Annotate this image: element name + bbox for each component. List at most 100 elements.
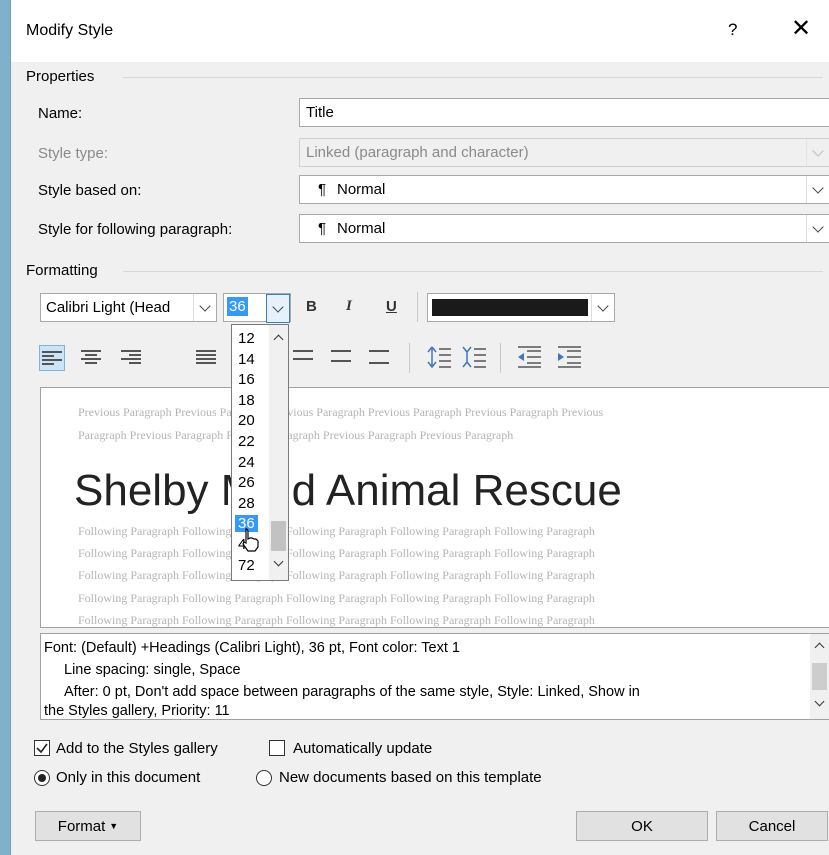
chevron-down-icon[interactable] — [266, 294, 290, 323]
description-scroll-thumb[interactable] — [812, 663, 827, 690]
underline-button[interactable]: U — [386, 298, 397, 315]
format-button-label: Format — [57, 817, 106, 835]
formatting-heading: Formatting — [26, 262, 98, 279]
space-after-button[interactable] — [461, 343, 487, 374]
pilcrow-icon: ¶ — [318, 181, 327, 198]
align-right-button[interactable] — [121, 350, 141, 364]
ok-button[interactable]: OK — [576, 811, 708, 841]
modify-style-dialog: Modify Style ? ✕ Properties Name: Title … — [10, 0, 829, 855]
description-scrollbar[interactable] — [810, 634, 829, 719]
font-size-option[interactable]: 24 — [238, 454, 255, 471]
based-on-label: Style based on: — [38, 182, 142, 199]
font-name-select[interactable]: Calibri Light (Head — [40, 293, 217, 322]
title-bar: Modify Style ? ✕ — [11, 0, 829, 62]
style-type-label: Style type: — [38, 145, 109, 162]
font-size-option[interactable]: 12 — [238, 330, 255, 347]
decrease-spacing-icon — [462, 346, 486, 368]
radio-dot-icon — [38, 774, 46, 782]
font-color-swatch — [432, 299, 588, 316]
only-document-label[interactable]: Only in this document — [56, 769, 200, 786]
align-center-button[interactable] — [81, 350, 101, 364]
justify-icon — [196, 350, 216, 364]
description-line: Line spacing: single, Space — [64, 662, 241, 678]
caret-down-icon: ▼ — [109, 821, 119, 831]
format-button[interactable]: Format ▼ — [35, 811, 141, 841]
toolbar-separator — [409, 343, 410, 373]
based-on-value: Normal — [337, 181, 386, 198]
cancel-button[interactable]: Cancel — [716, 811, 828, 841]
following-paragraph-line: Following Paragraph Following Paragraph … — [78, 613, 595, 627]
list-scroll-thumb[interactable] — [271, 521, 286, 551]
checkmark-icon — [36, 743, 48, 754]
description-line: Font: (Default) +Headings (Calibri Light… — [44, 640, 460, 656]
chevron-down-icon[interactable] — [193, 294, 216, 321]
following-select[interactable]: ¶ Normal — [299, 214, 829, 243]
font-size-option[interactable]: 20 — [238, 412, 255, 429]
following-paragraph-line: Following Paragraph Following Paragraph … — [78, 546, 595, 560]
style-type-value: Linked (paragraph and character) — [306, 144, 529, 161]
font-name-value: Calibri Light (Head — [46, 299, 171, 316]
previous-paragraph-line: Previous Paragraph Previous Paragraph Pr… — [78, 405, 604, 419]
single-spacing-button[interactable] — [293, 350, 313, 360]
help-button[interactable]: ? — [728, 20, 737, 40]
chevron-down-icon[interactable] — [806, 215, 829, 242]
following-label: Style for following paragraph: — [38, 221, 233, 238]
name-value: Title — [306, 104, 334, 121]
bold-button[interactable]: B — [306, 298, 317, 315]
name-label: Name: — [38, 105, 83, 122]
font-size-option[interactable]: 14 — [238, 351, 255, 368]
chevron-down-icon[interactable] — [591, 294, 614, 321]
style-preview: Previous Paragraph Previous Paragraph Pr… — [40, 387, 829, 628]
font-size-select[interactable]: 36 — [223, 293, 291, 323]
chevron-up-icon[interactable] — [273, 334, 284, 345]
based-on-select[interactable]: ¶ Normal — [299, 175, 829, 204]
auto-update-label[interactable]: Automatically update — [293, 740, 432, 757]
style-description: Font: (Default) +Headings (Calibri Light… — [40, 633, 829, 720]
one-half-spacing-icon — [331, 350, 351, 362]
chevron-down-icon — [806, 139, 829, 166]
decrease-indent-icon — [518, 346, 541, 368]
new-documents-radio[interactable] — [256, 770, 272, 786]
chevron-down-icon[interactable] — [806, 176, 829, 203]
space-before-button[interactable] — [426, 343, 452, 374]
font-size-option[interactable]: 18 — [238, 392, 255, 409]
font-size-option[interactable]: 16 — [238, 371, 255, 388]
name-field[interactable]: Title — [299, 98, 829, 127]
one-half-spacing-button[interactable] — [331, 350, 351, 362]
font-size-option[interactable]: 22 — [238, 433, 255, 450]
chevron-down-icon[interactable] — [814, 696, 825, 707]
font-color-select[interactable] — [427, 293, 615, 322]
align-left-icon — [42, 351, 62, 365]
font-size-value: 36 — [227, 297, 248, 316]
following-paragraph-line: Following Paragraph Following Paragraph … — [78, 568, 595, 582]
close-button[interactable]: ✕ — [791, 14, 811, 43]
mouse-cursor-icon — [242, 528, 259, 552]
add-gallery-checkbox[interactable] — [34, 740, 50, 756]
dialog-title: Modify Style — [26, 22, 114, 39]
font-size-option[interactable]: 28 — [238, 495, 255, 512]
auto-update-checkbox[interactable] — [269, 740, 285, 756]
new-documents-label[interactable]: New documents based on this template — [279, 769, 542, 786]
font-size-option[interactable]: 26 — [238, 474, 255, 491]
add-gallery-label[interactable]: Add to the Styles gallery — [56, 740, 218, 757]
description-line: the Styles gallery, Priority: 11 — [44, 703, 230, 719]
only-document-radio[interactable] — [34, 770, 50, 786]
justify-button[interactable] — [196, 350, 216, 364]
chevron-down-icon[interactable] — [273, 556, 284, 567]
properties-divider — [123, 77, 823, 78]
following-value: Normal — [337, 220, 386, 237]
double-spacing-button[interactable] — [369, 350, 389, 364]
chevron-up-icon[interactable] — [814, 642, 825, 653]
align-left-button[interactable] — [39, 345, 65, 371]
single-spacing-icon — [293, 350, 313, 360]
preview-sample-text: Shelby Mold Animal Rescue — [74, 466, 622, 515]
pilcrow-icon: ¶ — [318, 220, 327, 237]
properties-heading: Properties — [26, 68, 95, 85]
double-spacing-icon — [369, 350, 389, 364]
list-scrollbar[interactable] — [269, 325, 288, 580]
font-size-option[interactable]: 72 — [238, 557, 255, 574]
increase-indent-button[interactable] — [556, 345, 582, 372]
increase-indent-icon — [558, 346, 581, 368]
decrease-indent-button[interactable] — [516, 345, 542, 372]
italic-button[interactable]: I — [346, 298, 352, 315]
